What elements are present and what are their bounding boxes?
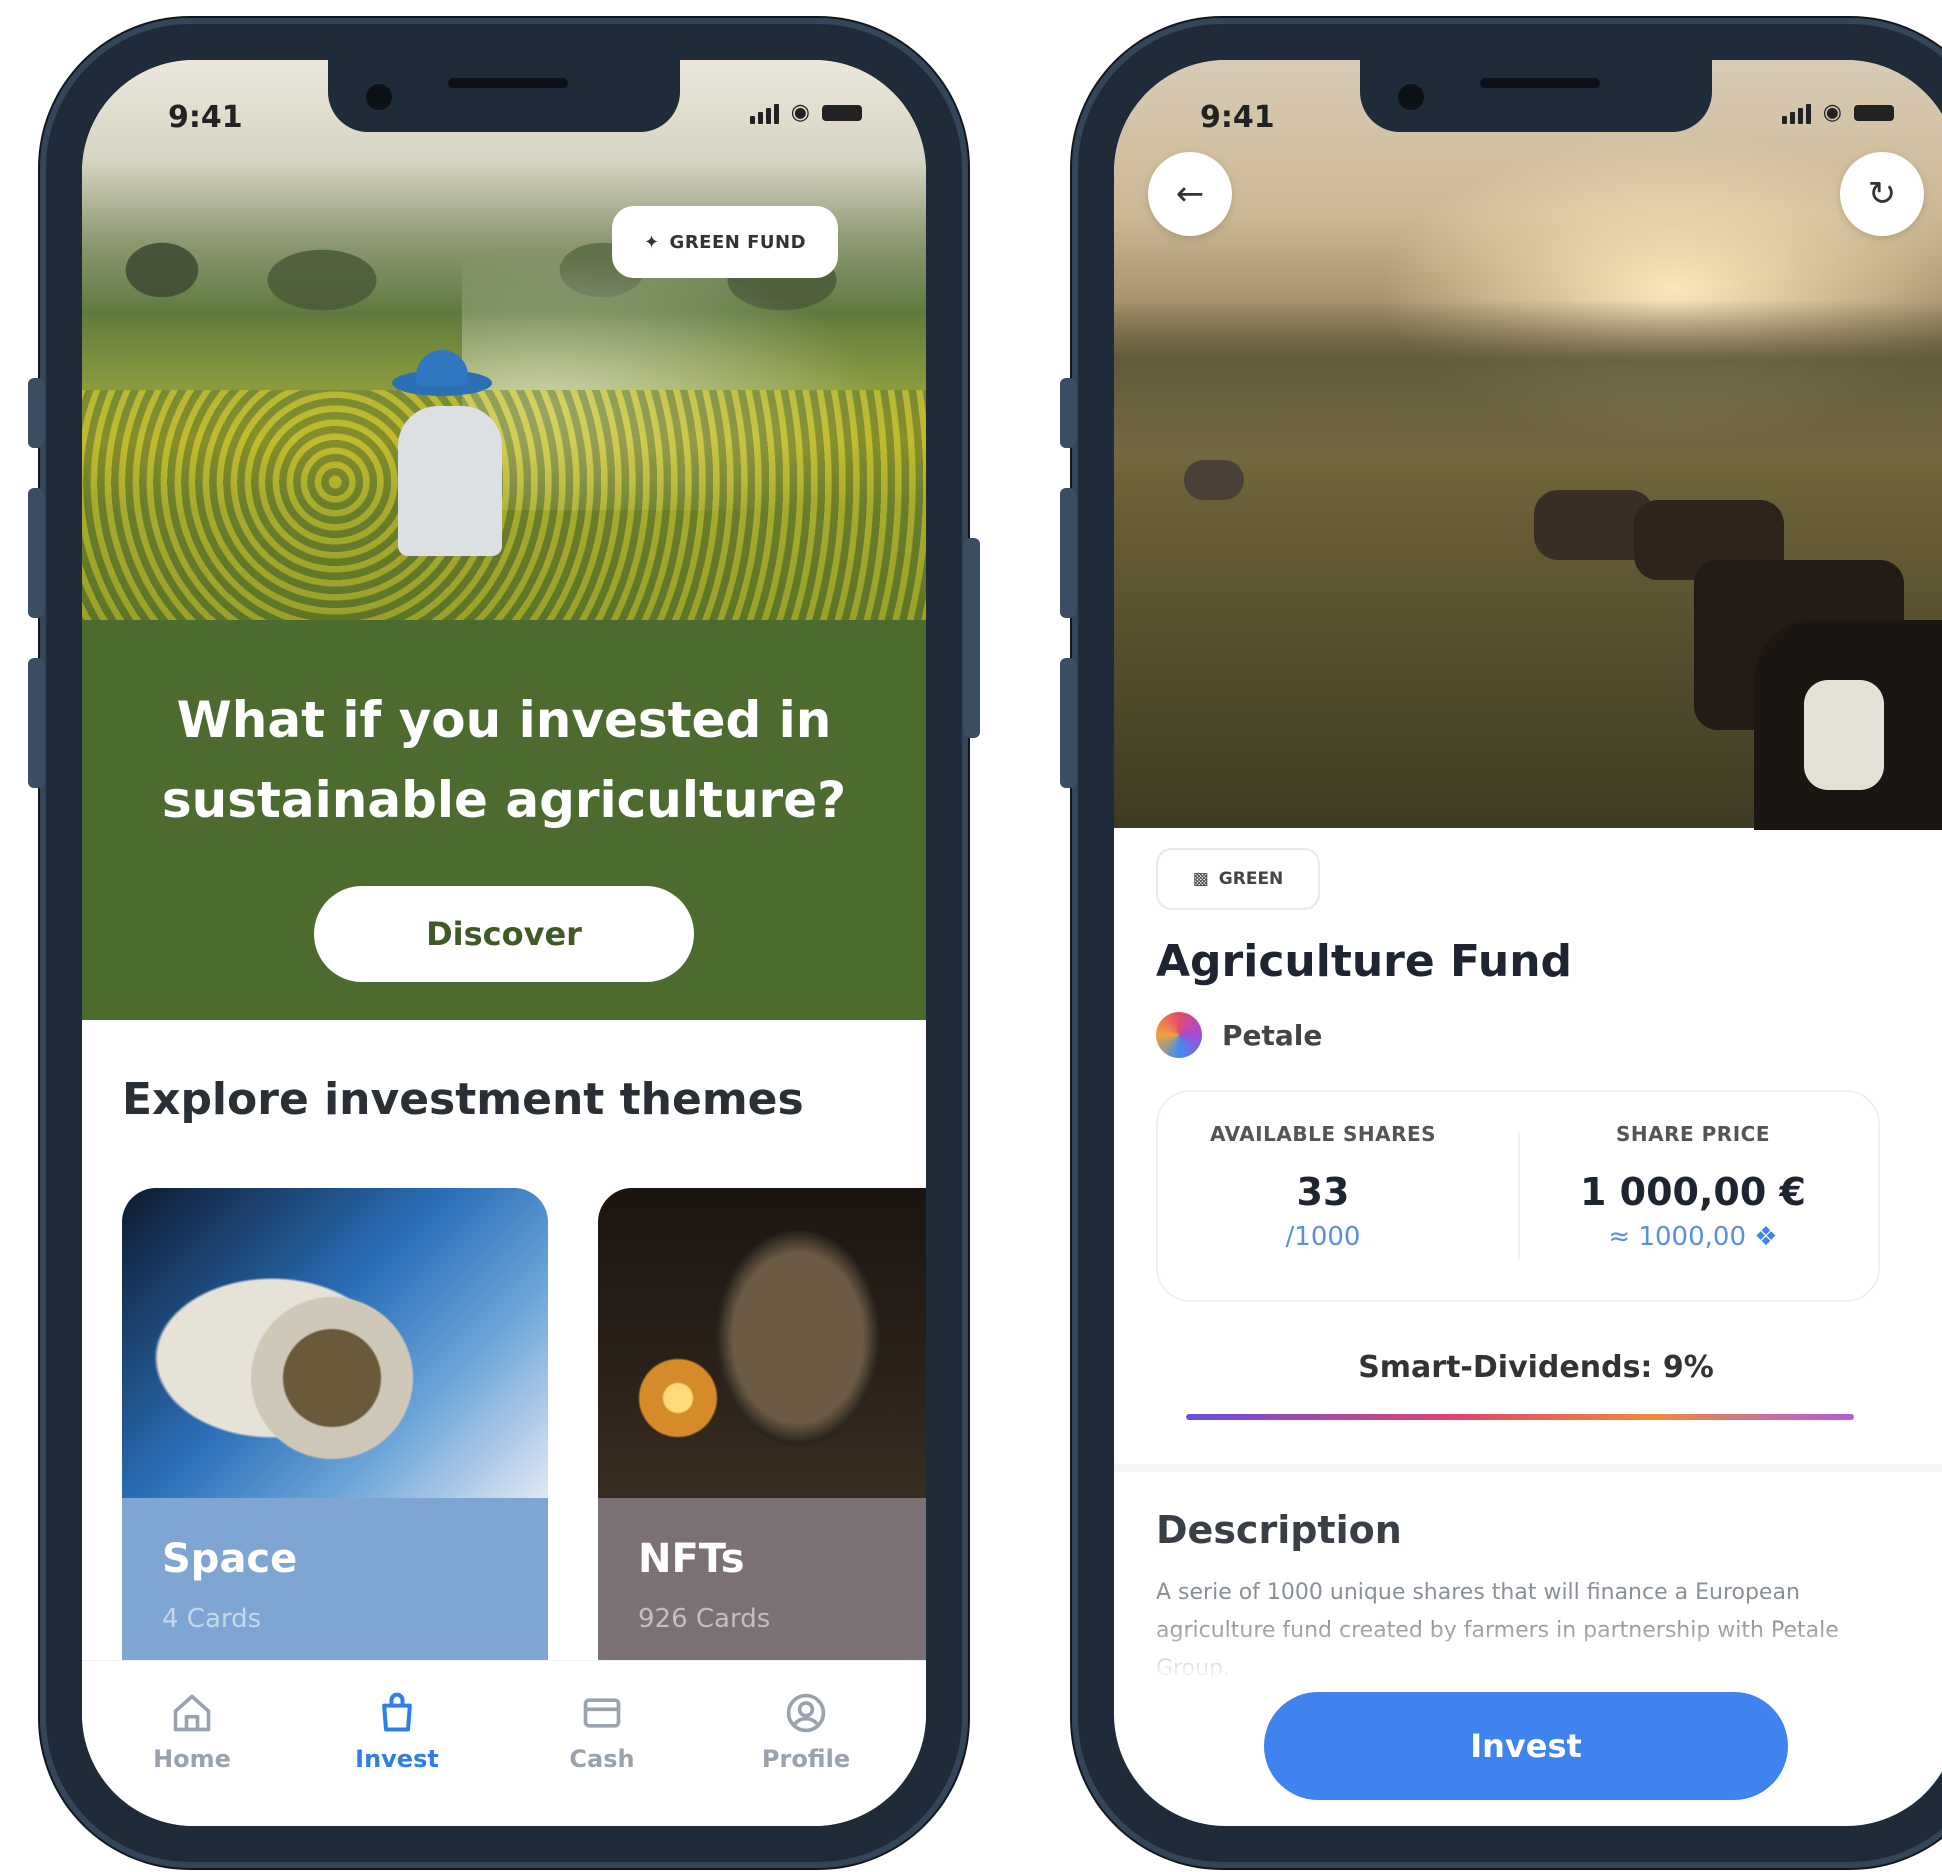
- section-title: Explore investment themes: [122, 1074, 804, 1125]
- invest-button[interactable]: Invest: [1264, 1692, 1788, 1800]
- tab-label: Profile: [761, 1745, 851, 1773]
- signal-icon: [749, 102, 779, 124]
- side-button: [1060, 378, 1076, 448]
- tab-label: Home: [153, 1745, 231, 1773]
- share-icon: ↻: [1867, 174, 1897, 214]
- price-alt: ≈ 1000,00: [1608, 1222, 1746, 1252]
- power-button: [964, 538, 980, 738]
- tab-invest[interactable]: Invest: [327, 1691, 467, 1773]
- promo-banner: What if you invested in sustainable agri…: [82, 620, 926, 1020]
- battery-icon: [822, 104, 862, 121]
- bottom-tab-bar: Home Invest Cash Profile: [82, 1660, 926, 1826]
- invest-bag-icon: [382, 1692, 412, 1732]
- stat-label: AVAILABLE SHARES: [1209, 1122, 1437, 1146]
- stat-label: SHARE PRICE: [1616, 1122, 1770, 1146]
- astronaut-image: [122, 1188, 548, 1498]
- stat-sub: ≈ 1000,00 ❖: [1528, 1222, 1858, 1252]
- available-shares-stat: AVAILABLE SHARES 33 /1000: [1158, 1122, 1488, 1252]
- farmer-figure: [382, 350, 542, 560]
- tab-label: Cash: [569, 1745, 635, 1773]
- card-icon: [583, 1698, 621, 1728]
- wifi-icon: ◉: [790, 100, 810, 125]
- issuer-row[interactable]: Petale: [1156, 1012, 1322, 1058]
- volume-up-button: [28, 488, 44, 618]
- description-fade: [1114, 1620, 1942, 1680]
- theme-name: Space: [162, 1536, 298, 1582]
- issuer-logo-icon: [1156, 1012, 1202, 1058]
- screen: 9:41 ◉ ✦ GREEN FUND What if you invested…: [82, 60, 926, 1826]
- leaf-icon: ▩: [1192, 869, 1209, 889]
- tab-cash[interactable]: Cash: [532, 1691, 672, 1773]
- screen: 9:41 ◉ ← ↻ ▩ GREEN Agriculture Fund Peta…: [1114, 60, 1942, 1826]
- notch: [328, 60, 680, 132]
- tab-profile[interactable]: Profile: [736, 1691, 876, 1773]
- battery-icon: [1854, 104, 1894, 121]
- stat-sub: /1000: [1285, 1222, 1361, 1252]
- promo-headline: What if you invested in sustainable agri…: [161, 691, 847, 829]
- category-tag: ▩ GREEN: [1156, 848, 1320, 910]
- home-icon: [173, 1694, 211, 1732]
- theme-name: NFTs: [638, 1536, 745, 1582]
- token-icon: ❖: [1754, 1222, 1778, 1252]
- tab-home[interactable]: Home: [122, 1691, 262, 1773]
- volume-up-button: [1060, 488, 1076, 618]
- arrow-left-icon: ←: [1175, 174, 1205, 214]
- share-button[interactable]: ↻: [1840, 152, 1924, 236]
- discover-button[interactable]: Discover: [314, 886, 694, 982]
- tag-label: GREEN: [1218, 869, 1284, 889]
- theme-card-space[interactable]: Space 4 Cards: [122, 1188, 548, 1660]
- fund-title: Agriculture Fund: [1156, 936, 1573, 987]
- wifi-icon: ◉: [1822, 100, 1842, 125]
- back-button[interactable]: ←: [1148, 152, 1232, 236]
- smart-dividends: Smart-Dividends: 9%: [1358, 1350, 1714, 1385]
- section-divider: [1114, 1464, 1942, 1472]
- volume-down-button: [28, 658, 44, 788]
- description-title: Description: [1156, 1508, 1402, 1552]
- dividends-underline: [1186, 1414, 1854, 1420]
- signal-icon: [1781, 102, 1811, 124]
- phone-fund-detail-screen: 9:41 ◉ ← ↻ ▩ GREEN Agriculture Fund Peta…: [1060, 18, 1942, 1868]
- nft-robot-image: [598, 1188, 926, 1498]
- hero-image-cows: [1114, 60, 1942, 830]
- theme-card-nfts[interactable]: NFTs 926 Cards: [598, 1188, 926, 1660]
- side-button: [28, 378, 44, 448]
- volume-down-button: [1060, 658, 1076, 788]
- stats-card: AVAILABLE SHARES 33 /1000 SHARE PRICE 1 …: [1156, 1090, 1880, 1302]
- stat-value: 1 000,00 €: [1580, 1170, 1806, 1214]
- theme-count: 926 Cards: [638, 1604, 771, 1634]
- status-time: 9:41: [168, 100, 243, 135]
- profile-icon: [786, 1693, 826, 1733]
- green-fund-badge: ✦ GREEN FUND: [612, 206, 838, 278]
- status-time: 9:41: [1200, 100, 1275, 135]
- leaf-icon: ✦: [643, 231, 660, 253]
- issuer-name: Petale: [1222, 1018, 1323, 1052]
- phone-invest-screen: 9:41 ◉ ✦ GREEN FUND What if you invested…: [28, 18, 980, 1868]
- theme-count: 4 Cards: [162, 1604, 262, 1634]
- stat-value: 33: [1296, 1170, 1350, 1214]
- tab-label: Invest: [355, 1745, 439, 1773]
- notch: [1360, 60, 1712, 132]
- badge-label: GREEN FUND: [669, 231, 807, 253]
- share-price-stat: SHARE PRICE 1 000,00 € ≈ 1000,00 ❖: [1528, 1122, 1858, 1252]
